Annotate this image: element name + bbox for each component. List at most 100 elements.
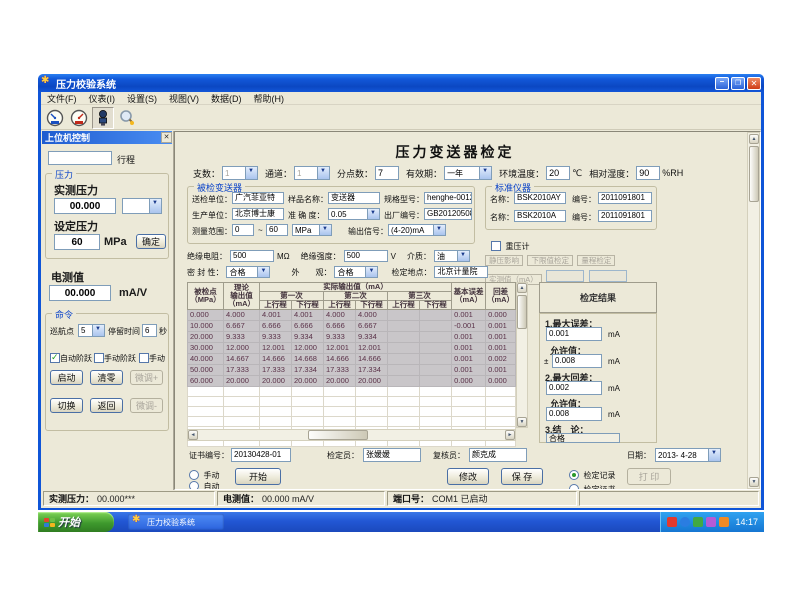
reviewer-input[interactable]: 颜克成 — [469, 448, 527, 462]
range-to-input[interactable]: 60 — [266, 224, 288, 236]
start-button[interactable]: 启动 — [50, 370, 83, 385]
magnifier-icon[interactable] — [116, 107, 138, 129]
dwell-input[interactable]: 6 — [142, 324, 157, 337]
sender-input[interactable]: 广汽菲亚特 — [232, 192, 284, 204]
table-cell: 0.001 — [452, 365, 486, 376]
minimize-button[interactable] — [715, 77, 729, 90]
modify-button[interactable]: 修改 — [447, 468, 489, 485]
table-cell — [388, 332, 420, 343]
menu-view[interactable]: 视图(V) — [163, 92, 205, 105]
seal-combo[interactable]: 合格 — [226, 266, 270, 278]
humidity-input[interactable]: 90 — [636, 166, 660, 180]
medium-label: 介质： — [407, 251, 431, 262]
zero-button[interactable]: 清零 — [90, 370, 123, 385]
menu-file[interactable]: 文件(F) — [41, 92, 83, 105]
cert-input[interactable]: 20130428-01 — [231, 448, 291, 462]
pressure-unit-combo[interactable] — [122, 198, 162, 214]
res-input[interactable]: 500 — [230, 250, 274, 262]
date-combo[interactable]: 2013- 4-28 — [655, 448, 721, 462]
table-cell: 4.000 — [224, 310, 260, 321]
temp-input[interactable]: 20 — [546, 166, 570, 180]
manual-checkbox[interactable] — [139, 353, 149, 363]
scroll-up-icon[interactable] — [749, 134, 759, 144]
medium-combo[interactable]: 油 — [434, 250, 470, 262]
auto-step-checkbox[interactable] — [50, 353, 60, 363]
std-no-input-1[interactable]: 2011091801 — [598, 192, 652, 204]
tray-icon-red[interactable] — [667, 517, 677, 527]
scroll-thumb[interactable] — [749, 146, 759, 202]
accuracy-combo[interactable]: 0.05 — [328, 208, 380, 220]
table-row[interactable]: 10.0006.6676.6666.6666.6666.667-0.0010.0… — [188, 321, 516, 332]
range-unit-combo[interactable]: MPa — [292, 224, 332, 236]
appearance-combo[interactable]: 合格 — [334, 266, 378, 278]
start-button[interactable]: 开始 — [38, 512, 114, 532]
menu-instrument[interactable]: 仪表(I) — [83, 92, 122, 105]
close-button[interactable] — [747, 77, 761, 90]
return-button[interactable]: 返回 — [90, 398, 123, 413]
measured-pressure-value[interactable]: 00.000 — [54, 198, 116, 214]
switch-button[interactable]: 切换 — [50, 398, 83, 413]
table-cell: 4.001 — [260, 310, 292, 321]
table-row[interactable]: 60.00020.00020.00020.00020.00020.0000.00… — [188, 376, 516, 387]
manual-step-checkbox[interactable] — [94, 353, 104, 363]
scroll-thumb[interactable] — [308, 430, 368, 440]
maximize-button[interactable] — [731, 77, 745, 90]
std-name-input-2[interactable]: BSK2010A — [514, 210, 566, 222]
table-row[interactable]: 30.00012.00012.00112.00012.00112.0010.00… — [188, 343, 516, 354]
std-no-input-2[interactable]: 2011091801 — [598, 210, 652, 222]
place-input[interactable]: 北京计量院 — [434, 266, 488, 278]
std-name-input-1[interactable]: BSK2010AY — [514, 192, 566, 204]
table-cell — [420, 310, 452, 321]
begin-button[interactable]: 开始 — [235, 468, 281, 485]
window-title: 压力校验系统 — [56, 76, 715, 91]
tray-icon-purple[interactable] — [706, 517, 716, 527]
menu-data[interactable]: 数据(D) — [205, 92, 248, 105]
maker-input[interactable]: 北京博士康 — [232, 208, 284, 220]
transmitter-icon[interactable] — [92, 107, 114, 129]
confirm-button[interactable]: 确定 — [136, 234, 166, 249]
strength-input[interactable]: 500 — [344, 250, 388, 262]
tray-icon-orange[interactable] — [719, 517, 729, 527]
travel-input[interactable] — [48, 151, 112, 165]
verifier-input[interactable]: 张媛媛 — [363, 448, 421, 462]
table-row[interactable]: 0.0004.0004.0014.0014.0004.0000.0010.000 — [188, 310, 516, 321]
electric-value[interactable]: 00.000 — [49, 285, 111, 301]
output-combo[interactable]: (4-20)mA — [388, 224, 446, 236]
points-input[interactable]: 7 — [375, 166, 399, 180]
control-panel: 上位机控制 行程 压力 实测压力 00.000 设定压力 60 MPa 确定 — [41, 131, 174, 490]
scroll-right-icon[interactable] — [505, 430, 515, 440]
table-cell — [388, 376, 420, 387]
table-cell: 12.001 — [324, 343, 356, 354]
save-button[interactable]: 保 存 — [501, 468, 543, 485]
validity-label: 有效期： — [406, 167, 442, 180]
device-group: 被检变送器 送检单位： 广汽菲亚特 样品名称： 变送器 规格型号： henghe… — [187, 186, 475, 244]
menu-help[interactable]: 帮助(H) — [248, 92, 291, 105]
table-cell: 17.333 — [260, 365, 292, 376]
table-row[interactable]: 20.0009.3339.3339.3349.3339.3340.0010.00… — [188, 332, 516, 343]
tray-icon-blue[interactable] — [680, 517, 690, 527]
titlebar[interactable]: 压力校验系统 — [38, 74, 764, 92]
chevron-down-icon — [257, 267, 269, 277]
serial-input[interactable]: GB20120508 — [424, 208, 472, 220]
range-from-input[interactable]: 0 — [232, 224, 254, 236]
chevron-down-icon — [245, 167, 257, 179]
sample-input[interactable]: 变送器 — [328, 192, 380, 204]
table-cell — [420, 407, 452, 417]
scroll-up-icon[interactable] — [517, 283, 527, 293]
panel-close-icon[interactable] — [161, 132, 172, 143]
cruise-combo[interactable]: 5 — [78, 324, 105, 337]
pressure-gauge-red-icon[interactable] — [68, 107, 90, 129]
set-pressure-value[interactable]: 60 — [54, 234, 100, 250]
taskbar-task[interactable]: 压力校验系统 — [128, 514, 224, 530]
pressure-gauge-blue-icon[interactable] — [44, 107, 66, 129]
tray-icon-green[interactable] — [693, 517, 703, 527]
model-input[interactable]: henghe-0012 — [424, 192, 472, 204]
menu-settings[interactable]: 设置(S) — [121, 92, 163, 105]
panel-caption[interactable]: 上位机控制 — [42, 131, 172, 144]
table-row[interactable]: 40.00014.66714.66614.66814.66614.6660.00… — [188, 354, 516, 365]
table-row[interactable]: 50.00017.33317.33317.33417.33317.3340.00… — [188, 365, 516, 376]
scroll-down-icon[interactable] — [517, 417, 527, 427]
scroll-down-icon[interactable] — [749, 477, 759, 487]
scroll-left-icon[interactable] — [188, 430, 198, 440]
scroll-thumb[interactable] — [517, 295, 527, 329]
